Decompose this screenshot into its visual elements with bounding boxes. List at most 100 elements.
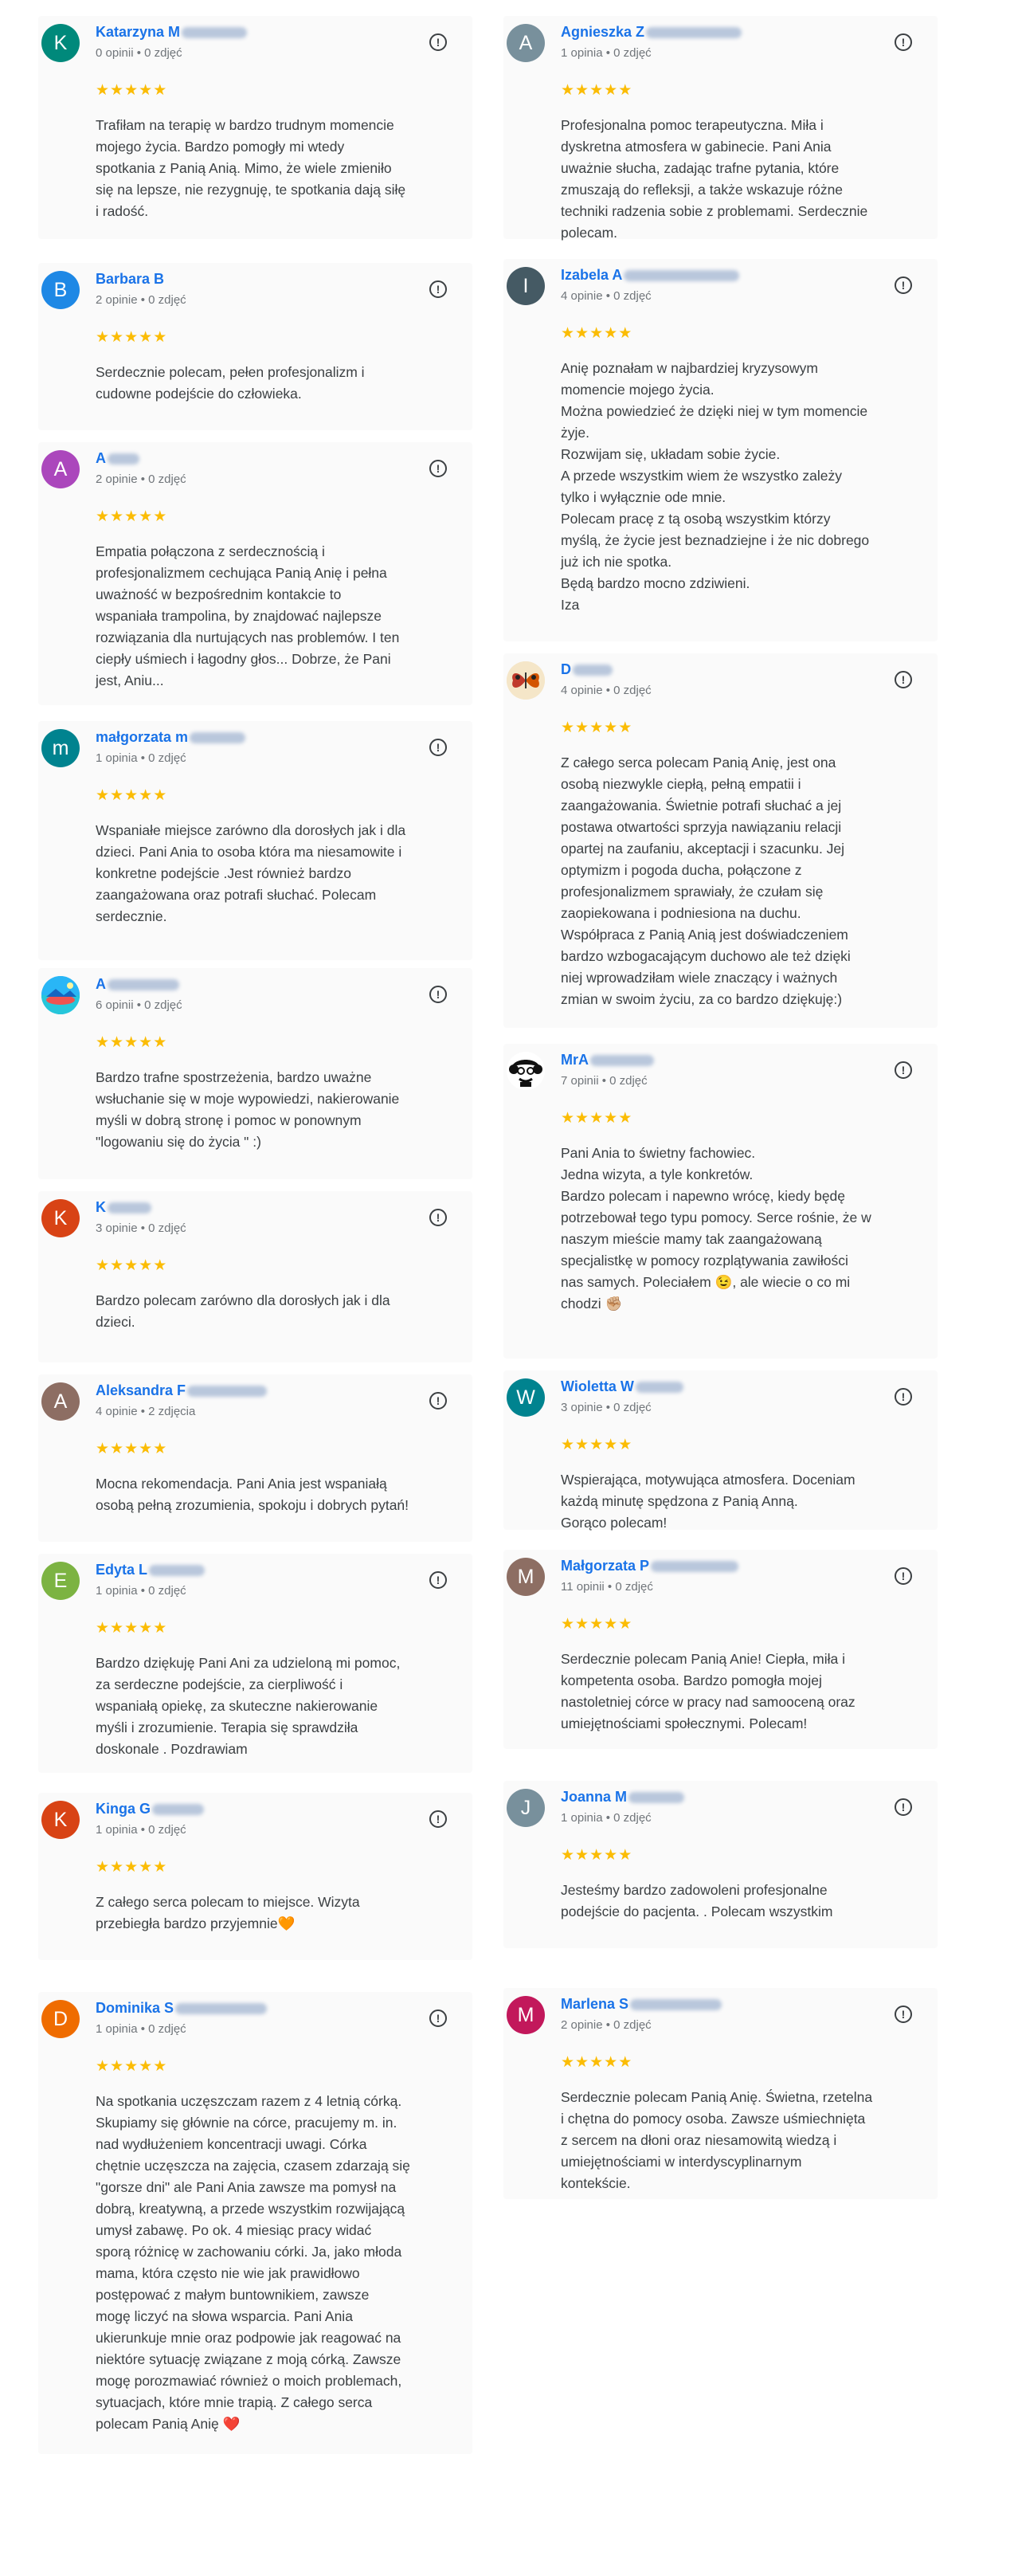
- reviewer-name-text[interactable]: D: [561, 661, 571, 677]
- reviewer-name-text[interactable]: Katarzyna M: [96, 24, 180, 40]
- avatar[interactable]: W: [507, 1378, 545, 1417]
- reviewer-name[interactable]: Katarzyna M: [96, 24, 248, 41]
- avatar[interactable]: B: [41, 271, 80, 309]
- star-rating: ★★★★★: [96, 1441, 167, 1457]
- report-review-icon[interactable]: !: [429, 460, 447, 477]
- avatar[interactable]: m: [41, 729, 80, 767]
- report-review-icon[interactable]: !: [895, 1061, 912, 1079]
- avatar[interactable]: J: [507, 1789, 545, 1827]
- reviewer-name[interactable]: Joanna M: [561, 1789, 685, 1806]
- avatar[interactable]: K: [41, 1801, 80, 1839]
- reviewer-name-text[interactable]: K: [96, 1199, 106, 1215]
- reviewer-stats: 4 opinie • 0 zdjęć: [561, 684, 652, 697]
- reviewer-name-text[interactable]: Agnieszka Z: [561, 24, 644, 40]
- review-text: Bardzo dziękuję Pani Ani za udzieloną mi…: [96, 1655, 401, 1757]
- review-header: A 6 opinii • 0 zdjęć!: [38, 968, 447, 1025]
- star-rating: ★★★★★: [96, 509, 167, 525]
- reviewer-name-text[interactable]: Joanna M: [561, 1789, 627, 1805]
- report-review-icon[interactable]: !: [429, 1810, 447, 1828]
- reviewer-name[interactable]: Małgorzata P: [561, 1558, 739, 1574]
- reviewer-name[interactable]: Agnieszka Z: [561, 24, 742, 41]
- reviewer-name[interactable]: K: [96, 1199, 151, 1216]
- reviewer-name[interactable]: małgorzata m: [96, 729, 246, 746]
- star-icon: ★: [604, 1616, 619, 1633]
- star-icon: ★: [575, 1847, 590, 1864]
- reviewer-name-text[interactable]: A: [96, 450, 106, 466]
- avatar[interactable]: I: [507, 267, 545, 305]
- avatar[interactable]: K: [41, 24, 80, 62]
- landscape-photo-icon[interactable]: [41, 976, 80, 1014]
- reviewer-name-text[interactable]: A: [96, 976, 106, 992]
- review-header: K Katarzyna M 0 opinii • 0 zdjęć!: [38, 16, 447, 73]
- report-review-icon[interactable]: !: [429, 2009, 447, 2027]
- report-review-icon[interactable]: !: [429, 280, 447, 298]
- avatar[interactable]: A: [41, 1382, 80, 1421]
- redacted-surname: [108, 453, 139, 465]
- report-review-icon[interactable]: !: [895, 1567, 912, 1585]
- reviewer-name[interactable]: Dominika S: [96, 2000, 268, 2017]
- star-icon: ★: [604, 82, 619, 99]
- star-icon: ★: [153, 82, 168, 99]
- review-card: D4 opinie • 0 zdjęć! ★★★★★ Z całego serca …: [503, 653, 938, 1028]
- reviewer-name[interactable]: Marlena S: [561, 1996, 722, 2013]
- report-review-icon[interactable]: !: [429, 986, 447, 1003]
- avatar[interactable]: D: [41, 2000, 80, 2038]
- star-icon: ★: [561, 1437, 576, 1453]
- star-icon: ★: [110, 329, 125, 346]
- reviewer-name-text[interactable]: Barbara B: [96, 271, 164, 287]
- report-review-icon[interactable]: !: [429, 1392, 447, 1410]
- report-review-icon[interactable]: !: [429, 1571, 447, 1589]
- star-rating: ★★★★★: [561, 720, 632, 736]
- avatar[interactable]: M: [507, 1558, 545, 1596]
- reviewer-name[interactable]: Aleksandra F: [96, 1382, 268, 1399]
- reviewer-name[interactable]: Wioletta W: [561, 1378, 683, 1395]
- star-icon: ★: [618, 325, 633, 342]
- review-text: Empatia połączona z serdecznością i prof…: [96, 543, 400, 688]
- report-review-icon[interactable]: !: [895, 33, 912, 51]
- reviewer-name[interactable]: Barbara B: [96, 271, 164, 288]
- report-review-icon[interactable]: !: [895, 1798, 912, 1816]
- reviewer-stats: 1 opinia • 0 zdjęć: [96, 1584, 186, 1598]
- star-icon: ★: [604, 325, 619, 342]
- reviewer-name[interactable]: Izabela A: [561, 267, 740, 284]
- reviewer-name[interactable]: D: [561, 661, 613, 678]
- avatar[interactable]: A: [41, 450, 80, 488]
- star-icon: ★: [110, 1620, 125, 1637]
- reviewer-name-text[interactable]: Małgorzata P: [561, 1558, 649, 1574]
- report-review-icon[interactable]: !: [895, 276, 912, 294]
- reviewer-name-text[interactable]: Edyta L: [96, 1562, 147, 1578]
- reviewer-name-text[interactable]: Dominika S: [96, 2000, 174, 2016]
- cartoon-face-icon[interactable]: [507, 1052, 545, 1090]
- review-card: W Wioletta W3 opinie • 0 zdjęć! ★★★★★ Wspie…: [503, 1370, 938, 1531]
- review-card: AA2 opinie • 0 zdjęć! ★★★★★ Empatia połącz…: [38, 442, 472, 705]
- review-header: J Joanna M 1 opinia • 0 zdjęć!: [503, 1781, 912, 1838]
- report-review-icon[interactable]: !: [429, 1209, 447, 1226]
- report-review-icon[interactable]: !: [895, 1388, 912, 1406]
- reviewer-name-text[interactable]: Kinga G: [96, 1801, 151, 1817]
- reviewer-name[interactable]: A: [96, 976, 179, 993]
- reviewer-name[interactable]: Edyta L: [96, 1562, 206, 1578]
- reviewer-name[interactable]: MrA: [561, 1052, 654, 1068]
- star-icon: ★: [153, 1441, 168, 1457]
- avatar[interactable]: M: [507, 1996, 545, 2034]
- avatar[interactable]: K: [41, 1199, 80, 1237]
- reviewer-name-text[interactable]: MrA: [561, 1052, 589, 1068]
- star-icon: ★: [153, 1034, 168, 1051]
- avatar[interactable]: E: [41, 1562, 80, 1600]
- report-review-icon[interactable]: !: [429, 33, 447, 51]
- review-header: A Aleksandra F 4 opinie • 2 zdjęcia!: [38, 1374, 447, 1432]
- reviewer-name-text[interactable]: małgorzata m: [96, 729, 188, 745]
- reviewer-name-text[interactable]: Marlena S: [561, 1996, 628, 2012]
- report-review-icon[interactable]: !: [895, 2006, 912, 2023]
- reviewer-stats: 4 opinie • 2 zdjęcia: [96, 1405, 196, 1418]
- butterfly-photo-icon[interactable]: [507, 661, 545, 700]
- reviewer-name[interactable]: Kinga G: [96, 1801, 205, 1817]
- reviewer-name-text[interactable]: Wioletta W: [561, 1378, 634, 1394]
- report-review-icon[interactable]: !: [895, 671, 912, 688]
- reviewer-name-text[interactable]: Izabela A: [561, 267, 622, 283]
- reviewer-name-text[interactable]: Aleksandra F: [96, 1382, 186, 1398]
- report-review-icon[interactable]: !: [429, 739, 447, 756]
- avatar[interactable]: A: [507, 24, 545, 62]
- redacted-surname: [182, 27, 248, 39]
- reviewer-name[interactable]: A: [96, 450, 139, 467]
